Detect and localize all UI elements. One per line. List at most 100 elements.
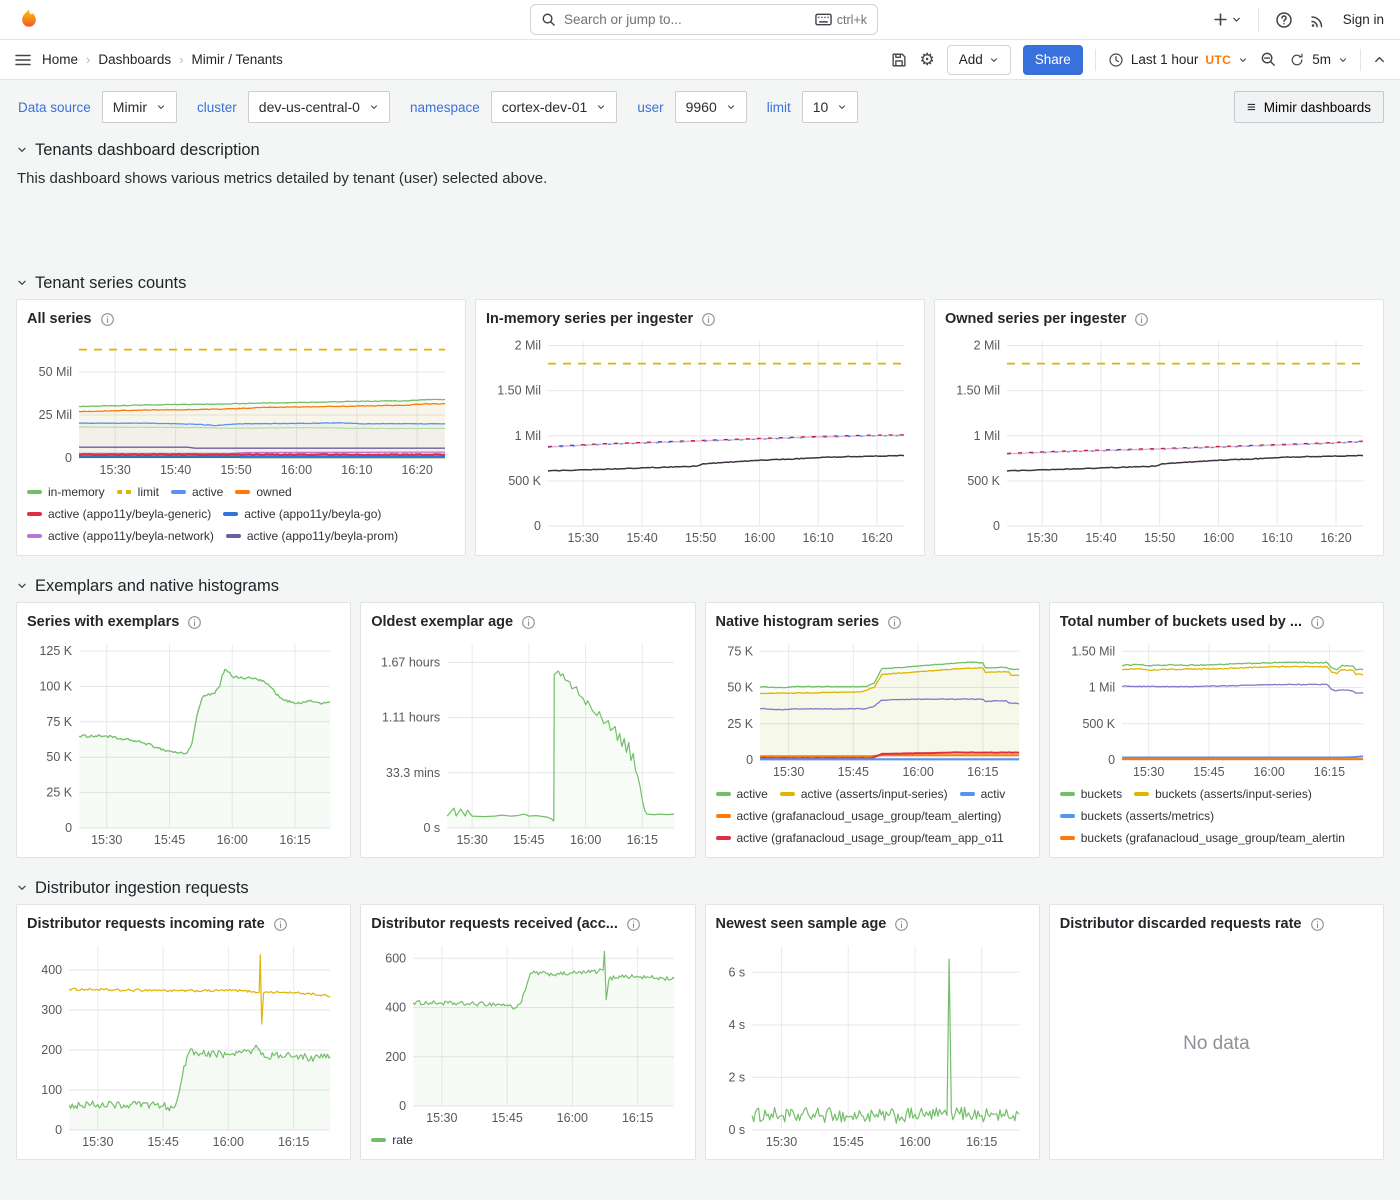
share-button[interactable]: Share [1023,45,1083,75]
legend-item[interactable]: activ [960,787,1006,801]
time-range-picker[interactable]: Last 1 hour UTC [1108,52,1248,68]
chart-all-series[interactable]: 15:3015:4015:5016:0016:1016:20025 Mil50 … [27,332,455,479]
legend-item[interactable]: owned [235,485,291,499]
breadcrumb-home[interactable]: Home [42,52,78,67]
search-input[interactable]: Search or jump to... ctrl+k [530,4,878,35]
variable-cluster-picker[interactable]: dev-us-central-0 [248,91,390,123]
sign-in-link[interactable]: Sign in [1343,12,1384,27]
chart-owned-series[interactable]: 15:3015:4015:5016:0016:1016:200500 K1 Mi… [945,332,1373,547]
info-icon[interactable] [521,615,536,630]
grafana-logo[interactable] [16,7,42,33]
info-icon[interactable] [1310,917,1325,932]
panel-header[interactable]: Newest seen sample age [716,911,1029,937]
search-shortcut: ctrl+k [837,13,867,27]
dashboard-settings-icon[interactable]: ⚙ [920,51,935,68]
news-icon[interactable] [1309,11,1327,29]
variable-limit-picker[interactable]: 10 [802,91,859,123]
legend-item[interactable]: active (appo11y/beyla-network) [27,529,214,543]
panel-header[interactable]: Distributor requests incoming rate [27,911,340,937]
collapse-toolbar-icon[interactable] [1373,53,1386,66]
chart-total-buckets[interactable]: 15:3015:4516:0016:150500 K1 Mil1.50 Mil [1060,635,1373,781]
legend-swatch [235,490,250,494]
chart-native-histogram-series[interactable]: 15:3015:4516:0016:15025 K50 K75 K [716,635,1029,781]
legend-item[interactable]: active (grafanacloud_usage_group/team_ap… [716,831,1004,845]
legend-item[interactable]: active [171,485,223,499]
legend-item[interactable]: active (grafanacloud_usage_group/team_al… [716,809,1002,823]
legend-item[interactable]: buckets (grafanacloud_usage_group/team_a… [1060,831,1345,845]
svg-text:2 Mil: 2 Mil [974,339,1000,353]
variable-datasource-picker[interactable]: Mimir [102,91,177,123]
panel-header[interactable]: In-memory series per ingester [486,306,914,332]
info-icon[interactable] [894,917,909,932]
info-icon[interactable] [1134,312,1149,327]
legend-swatch [1060,814,1075,818]
legend-item[interactable]: active (asserts/input-series) [780,787,948,801]
info-icon[interactable] [887,615,902,630]
refresh-picker[interactable]: 5m [1289,52,1348,68]
legend-item[interactable]: active (appo11y/beyla-generic) [27,507,211,521]
chart-distributor-requests-received[interactable]: 15:3015:4516:0016:150200400600 [371,937,684,1127]
info-icon[interactable] [701,312,716,327]
legend-item[interactable]: rate [371,1133,413,1147]
help-icon[interactable] [1275,11,1293,29]
legend-item[interactable]: active [716,787,768,801]
section-tenant-series-counts[interactable]: Tenant series counts [16,267,1384,299]
svg-text:15:30: 15:30 [426,1111,457,1125]
chart-distributor-incoming-rate[interactable]: 15:3015:4516:0016:150100200300400 [27,937,340,1151]
chart-oldest-exemplar-age[interactable]: 15:3015:4516:0016:150 s33.3 mins1.11 hou… [371,635,684,849]
chart-in-memory-series[interactable]: 15:3015:4015:5016:0016:1016:200500 K1 Mi… [486,332,914,547]
panel-header[interactable]: Total number of buckets used by ... [1060,609,1373,635]
panel-title: Native histogram series [716,614,880,630]
legend: rate [371,1127,684,1151]
breadcrumb-current: Mimir / Tenants [192,52,283,67]
zoom-out-icon[interactable] [1260,51,1277,68]
variable-namespace-picker[interactable]: cortex-dev-01 [491,91,618,123]
panel-in-memory-series-per-ingester: In-memory series per ingester 15:3015:40… [475,299,925,556]
legend-swatch [27,534,42,538]
legend-swatch [27,512,42,516]
section-exemplars[interactable]: Exemplars and native histograms [16,570,1384,602]
mimir-dashboards-button[interactable]: ≡ Mimir dashboards [1234,91,1384,123]
panel-header[interactable]: Native histogram series [716,609,1029,635]
panel-header[interactable]: Distributor discarded requests rate [1060,911,1373,937]
svg-text:6 s: 6 s [728,965,745,979]
variable-user-picker[interactable]: 9960 [675,91,747,123]
panel-header[interactable]: Distributor requests received (acc... [371,911,684,937]
svg-text:50 Mil: 50 Mil [39,365,72,379]
panel-header[interactable]: Series with exemplars [27,609,340,635]
info-icon[interactable] [100,312,115,327]
info-icon[interactable] [273,917,288,932]
save-dashboard-icon[interactable] [890,51,908,69]
panel-title: Owned series per ingester [945,311,1126,327]
svg-text:15:30: 15:30 [82,1135,113,1149]
chart-newest-seen-sample-age[interactable]: 15:3015:4516:0016:150 s2 s4 s6 s [716,937,1029,1151]
section-distributor[interactable]: Distributor ingestion requests [16,872,1384,904]
menu-icon[interactable] [14,51,32,69]
panel-header[interactable]: All series [27,306,455,332]
divider [1258,9,1259,31]
section-description[interactable]: Tenants dashboard description [16,134,1384,166]
panel-header[interactable]: Owned series per ingester [945,306,1373,332]
info-icon[interactable] [626,917,641,932]
new-button[interactable] [1213,12,1242,27]
legend-swatch [1060,836,1075,840]
info-icon[interactable] [1310,615,1325,630]
legend-item[interactable]: active (appo11y/beyla-go) [223,507,381,521]
legend-label: in-memory [48,485,105,499]
chart-series-with-exemplars[interactable]: 15:3015:4516:0016:15025 K50 K75 K100 K12… [27,635,340,849]
panel-title: Oldest exemplar age [371,614,513,630]
legend-item[interactable]: limit [117,485,159,499]
legend-item[interactable]: buckets [1060,787,1122,801]
legend-item[interactable]: buckets (asserts/metrics) [1060,809,1214,823]
breadcrumb-dashboards[interactable]: Dashboards [98,52,171,67]
svg-text:0: 0 [399,1099,406,1113]
panel-header[interactable]: Oldest exemplar age [371,609,684,635]
legend-item[interactable]: in-memory [27,485,105,499]
svg-text:15:30: 15:30 [1027,531,1058,545]
legend-item[interactable]: buckets (asserts/input-series) [1134,787,1312,801]
add-panel-button[interactable]: Add [947,45,1011,75]
info-icon[interactable] [187,615,202,630]
legend: buckets buckets (asserts/input-series) buc… [1060,781,1373,849]
legend-item[interactable]: active (appo11y/beyla-prom) [226,529,398,543]
chevron-down-icon [16,144,28,156]
